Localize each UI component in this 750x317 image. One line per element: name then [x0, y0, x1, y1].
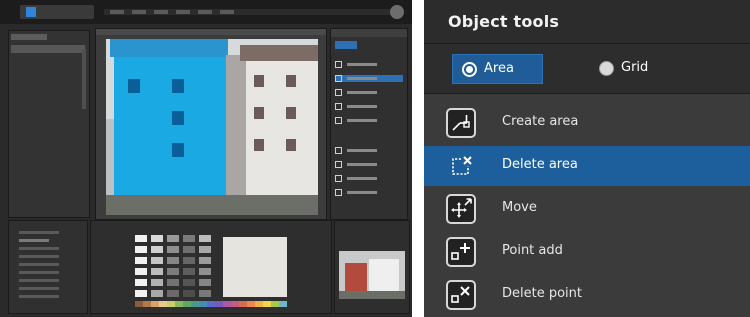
- delete-area-icon: [446, 151, 476, 181]
- create-area-icon: [446, 108, 476, 138]
- layer-item[interactable]: [11, 45, 85, 53]
- tool-delete-point-label: Delete point: [502, 286, 582, 301]
- tool-point-add[interactable]: Point add: [424, 232, 750, 272]
- app-menubar[interactable]: [104, 9, 394, 15]
- object-tools-panel: Object tools Area Grid Create area Delet…: [424, 0, 750, 317]
- scrollbar[interactable]: [82, 49, 86, 109]
- app-color-panel: [90, 220, 332, 314]
- selected-area-overlay[interactable]: [114, 49, 226, 197]
- panel-header: Object tools: [424, 0, 750, 44]
- building-photo[interactable]: [106, 39, 318, 215]
- delete-point-icon: [446, 280, 476, 310]
- app-materials-list: [8, 220, 88, 314]
- radio-selected-icon: [462, 62, 477, 77]
- preview-thumbnail[interactable]: [339, 251, 405, 299]
- app-object-tools-panel: [330, 28, 408, 220]
- tool-point-add-label: Point add: [502, 243, 563, 258]
- tool-create-area-label: Create area: [502, 114, 579, 129]
- app-canvas[interactable]: [95, 28, 327, 220]
- tool-delete-point[interactable]: Delete point: [424, 275, 750, 315]
- tool-delete-area-label: Delete area: [502, 157, 578, 172]
- mode-area-radio[interactable]: Area: [452, 54, 543, 84]
- app-layers-panel: [8, 30, 90, 218]
- point-add-icon: [446, 237, 476, 267]
- app-preview-panel: [334, 220, 410, 314]
- tool-move-label: Move: [502, 200, 537, 215]
- tool-create-area[interactable]: Create area: [424, 103, 750, 143]
- color-palette-strip[interactable]: [135, 301, 287, 307]
- mode-grid-radio[interactable]: Grid: [590, 54, 680, 84]
- radio-unselected-icon: [599, 61, 614, 76]
- mode-area-label: Area: [484, 61, 514, 76]
- app-titlebar: [0, 0, 412, 24]
- app-logo: [20, 5, 94, 19]
- move-icon: [446, 194, 476, 224]
- app-screenshot: [0, 0, 412, 317]
- panel-title: Object tools: [448, 12, 560, 31]
- color-preview: [223, 237, 287, 297]
- tool-delete-area[interactable]: Delete area: [424, 146, 750, 186]
- mode-selector: Area Grid: [424, 44, 750, 94]
- tool-move[interactable]: Move: [424, 189, 750, 229]
- avatar[interactable]: [390, 5, 404, 19]
- mode-grid-label: Grid: [621, 60, 649, 75]
- color-swatches[interactable]: [135, 235, 215, 297]
